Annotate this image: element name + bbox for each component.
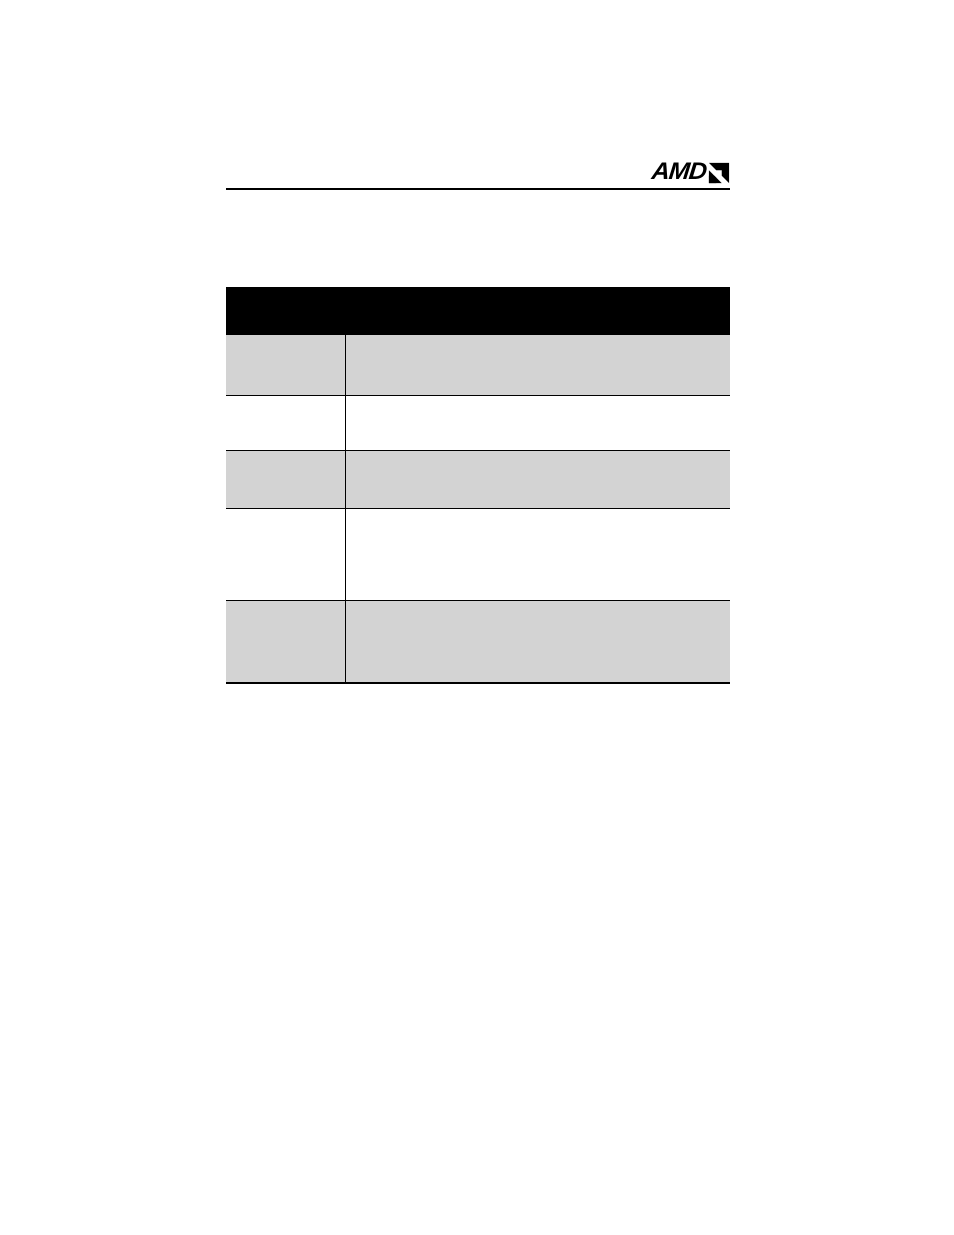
data-table <box>226 287 730 684</box>
table-header-cell <box>226 287 730 335</box>
table <box>226 287 730 684</box>
page-header-rule: AMD <box>226 156 730 190</box>
table-row <box>226 508 730 600</box>
table-row <box>226 450 730 508</box>
table-row <box>226 600 730 683</box>
table-cell <box>226 600 345 683</box>
table-row <box>226 395 730 450</box>
content-area: AMD <box>226 156 730 684</box>
document-page: AMD <box>0 0 954 1235</box>
table-row <box>226 335 730 395</box>
amd-logo: AMD <box>653 158 730 186</box>
table-cell <box>345 600 730 683</box>
amd-arrow-icon <box>708 162 730 184</box>
table-cell <box>226 395 345 450</box>
table-cell <box>345 508 730 600</box>
table-cell <box>226 335 345 395</box>
table-cell <box>345 450 730 508</box>
table-cell <box>226 450 345 508</box>
table-cell <box>226 508 345 600</box>
amd-logo-text: AMD <box>651 158 708 186</box>
table-cell <box>345 395 730 450</box>
table-header-row <box>226 287 730 335</box>
table-cell <box>345 335 730 395</box>
